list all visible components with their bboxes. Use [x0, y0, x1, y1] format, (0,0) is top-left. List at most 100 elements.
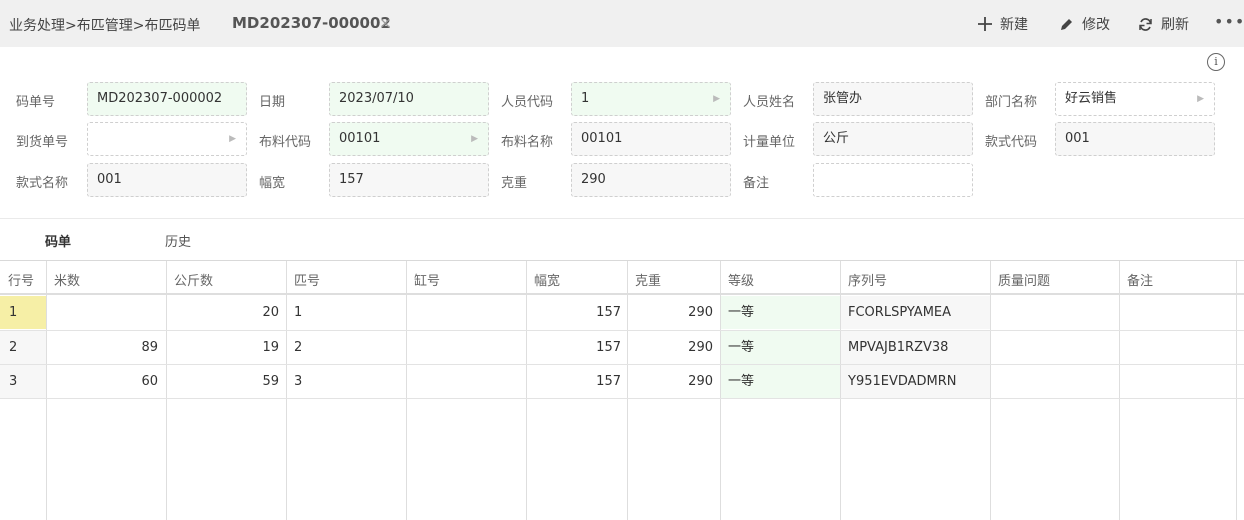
weight-field[interactable]: 290 [571, 163, 731, 197]
fabric-name-label: 布料名称 [501, 135, 554, 150]
remark-label: 备注 [743, 176, 770, 191]
chevron-right-icon: ▶ [713, 94, 720, 104]
staff-code-field[interactable]: 1 ▶ [571, 82, 731, 116]
info-icon[interactable]: i [1207, 53, 1225, 71]
date-label: 日期 [259, 95, 286, 110]
new-button-label: 新建 [1000, 17, 1028, 33]
remark-field[interactable] [813, 163, 973, 197]
style-name-value: 001 [97, 172, 122, 187]
header-remark[interactable]: 备注 [1127, 270, 1153, 289]
row-divider [0, 398, 1244, 399]
refresh-icon [1139, 17, 1152, 31]
weight-label: 克重 [501, 176, 528, 191]
more-options-icon[interactable]: ••• [1214, 12, 1244, 31]
weight-cell[interactable]: 290 [628, 331, 713, 365]
code-no-value: MD202307-000002 [97, 91, 223, 106]
piece-cell[interactable]: 1 [294, 296, 302, 330]
row-number-cell[interactable]: 2 [0, 331, 46, 364]
plus-icon [978, 17, 992, 31]
table-row[interactable]: 3 60 59 3 157 290 一等 Y951EVDADMRN [0, 365, 1244, 399]
code-no-label: 码单号 [16, 95, 56, 110]
tab-history[interactable]: 历史 [165, 231, 191, 250]
dept-name-field[interactable]: 好云销售 ▶ [1055, 82, 1215, 116]
date-field[interactable]: 2023/07/10 [329, 82, 489, 116]
header-width[interactable]: 幅宽 [534, 270, 560, 289]
fabric-code-field[interactable]: 00101 ▶ [329, 122, 489, 156]
unit-value: 公斤 [823, 131, 850, 146]
header-row-no[interactable]: 行号 [8, 270, 34, 289]
new-button[interactable]: 新建 [978, 14, 1028, 34]
pencil-icon [1061, 18, 1072, 30]
width-cell[interactable]: 157 [527, 365, 621, 399]
width-cell[interactable]: 157 [527, 331, 621, 365]
table-header: 行号 米数 公斤数 匹号 缸号 幅宽 克重 等级 序列号 质量问题 备注 [0, 261, 1244, 295]
unit-field[interactable]: 公斤 [813, 122, 973, 156]
serial-cell[interactable]: Y951EVDADMRN [848, 365, 957, 399]
meters-cell[interactable]: 60 [47, 365, 158, 399]
header-meters[interactable]: 米数 [54, 270, 80, 289]
staff-name-value: 张管办 [823, 91, 863, 106]
code-no-field[interactable]: MD202307-000002 [87, 82, 247, 116]
kg-cell[interactable]: 20 [167, 296, 279, 330]
date-value: 2023/07/10 [339, 91, 414, 106]
staff-name-field[interactable]: 张管办 [813, 82, 973, 116]
arrival-no-field[interactable]: ▶ [87, 122, 247, 156]
dept-name-label: 部门名称 [985, 95, 1038, 110]
width-cell[interactable]: 157 [527, 296, 621, 330]
refresh-button-label: 刷新 [1161, 17, 1189, 33]
header-quality[interactable]: 质量问题 [998, 270, 1050, 289]
header-kg[interactable]: 公斤数 [174, 270, 213, 289]
header-grade[interactable]: 等级 [728, 270, 754, 289]
grade-cell[interactable]: 一等 [728, 365, 754, 399]
style-code-field[interactable]: 001 [1055, 122, 1215, 156]
serial-cell[interactable]: MPVAJB1RZV38 [848, 331, 948, 365]
close-tab-icon[interactable]: × [379, 14, 392, 32]
header-vat-no[interactable]: 缸号 [414, 270, 440, 289]
meters-cell[interactable] [47, 296, 158, 330]
header-weight[interactable]: 克重 [635, 270, 661, 289]
row-number-cell[interactable]: 3 [0, 365, 46, 398]
width-value: 157 [339, 172, 364, 187]
arrival-no-label: 到货单号 [16, 135, 69, 150]
serial-cell[interactable]: FCORLSPYAMEA [848, 296, 951, 330]
fabric-name-value: 00101 [581, 131, 623, 146]
detail-table: 行号 米数 公斤数 匹号 缸号 幅宽 克重 等级 序列号 质量问题 备注 1 2… [0, 260, 1244, 520]
top-bar: 业务处理>布匹管理>布匹码单 MD202307-000002 × 新建 修改 刷… [0, 0, 1244, 47]
edit-button-label: 修改 [1082, 17, 1110, 33]
piece-cell[interactable]: 2 [294, 331, 302, 365]
chevron-right-icon: ▶ [229, 134, 236, 144]
breadcrumb[interactable]: 业务处理>布匹管理>布匹码单 [9, 15, 200, 35]
weight-cell[interactable]: 290 [628, 365, 713, 399]
style-name-field[interactable]: 001 [87, 163, 247, 197]
tab-code-sheet[interactable]: 码单 [45, 231, 71, 250]
dept-name-value: 好云销售 [1065, 91, 1118, 106]
table-row[interactable]: 1 20 1 157 290 一等 FCORLSPYAMEA [0, 296, 1244, 330]
style-name-label: 款式名称 [16, 176, 69, 191]
kg-cell[interactable]: 19 [167, 331, 279, 365]
staff-name-label: 人员姓名 [743, 95, 796, 110]
width-field[interactable]: 157 [329, 163, 489, 197]
header-piece-no[interactable]: 匹号 [294, 270, 320, 289]
staff-code-value: 1 [581, 91, 590, 106]
fabric-code-label: 布料代码 [259, 135, 312, 150]
meters-cell[interactable]: 89 [47, 331, 158, 365]
weight-cell[interactable]: 290 [628, 296, 713, 330]
edit-button[interactable]: 修改 [1059, 14, 1110, 34]
kg-cell[interactable]: 59 [167, 365, 279, 399]
grade-cell[interactable]: 一等 [728, 331, 754, 365]
refresh-button[interactable]: 刷新 [1138, 14, 1189, 34]
width-label: 幅宽 [259, 176, 286, 191]
style-code-label: 款式代码 [985, 135, 1038, 150]
header-serial[interactable]: 序列号 [848, 270, 887, 289]
fabric-code-value: 00101 [339, 131, 381, 146]
table-row[interactable]: 2 89 19 2 157 290 一等 MPVAJB1RZV38 [0, 331, 1244, 365]
section-divider [0, 218, 1244, 219]
fabric-name-field[interactable]: 00101 [571, 122, 731, 156]
grade-cell[interactable]: 一等 [728, 296, 754, 330]
document-tab-title[interactable]: MD202307-000002 [232, 14, 391, 32]
unit-label: 计量单位 [743, 135, 796, 150]
style-code-value: 001 [1065, 131, 1090, 146]
row-number-cell[interactable]: 1 [0, 296, 46, 329]
piece-cell[interactable]: 3 [294, 365, 302, 399]
chevron-right-icon: ▶ [1197, 94, 1204, 104]
